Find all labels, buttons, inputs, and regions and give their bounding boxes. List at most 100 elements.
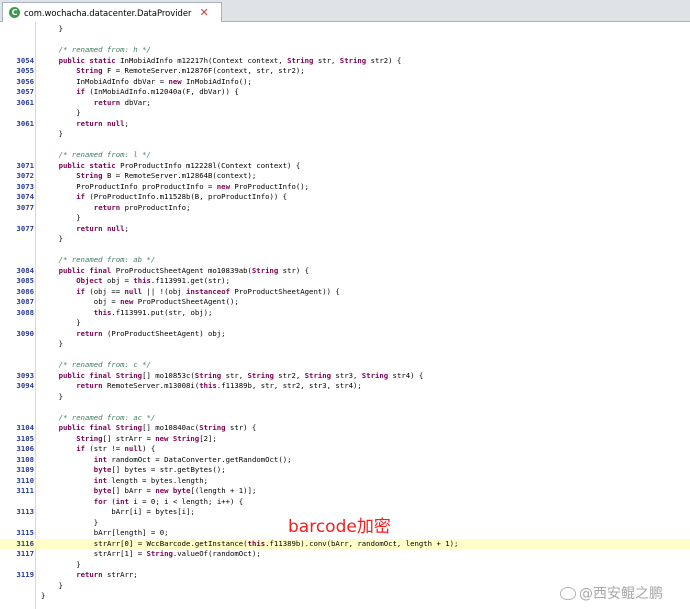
code-comment: /* renamed from: l */ — [58, 150, 151, 159]
code-line[interactable]: 3073 ProProductInfo proProductInfo = new … — [0, 182, 690, 193]
code-line[interactable]: 3056 InMobiAdInfo dbVar = new InMobiAdInf… — [0, 77, 690, 88]
code-line[interactable]: 3109 byte[] bytes = str.getBytes(); — [0, 465, 690, 476]
code-line[interactable]: 3116 strArr[0] = WccBarcode.getInstance(t… — [0, 538, 690, 549]
code-keyword: if — [76, 87, 90, 96]
code-line[interactable]: } — [0, 213, 690, 224]
code-token: [] mo10840ac( — [142, 423, 200, 432]
code-line[interactable]: 3072 String B = RemoteServer.m12864B(cont… — [0, 171, 690, 182]
code-keyword: this — [93, 307, 112, 317]
code-keyword: public static — [58, 55, 121, 65]
code-line[interactable]: } — [0, 392, 690, 403]
code-line[interactable]: } — [0, 24, 690, 35]
code-line[interactable]: 3074 if (ProProductInfo.m11528b(B, proPro… — [0, 192, 690, 203]
code-line[interactable] — [0, 350, 690, 361]
code-line[interactable]: 3119 return strArr; — [0, 570, 690, 581]
code-line[interactable]: /* renamed from: c */ — [0, 360, 690, 371]
line-number: 3106 — [16, 444, 34, 453]
code-keyword: String — [199, 423, 230, 432]
code-text: /* renamed from: ab */ — [59, 255, 156, 266]
code-line[interactable]: 3105 String[] strArr = new String[2]; — [0, 434, 690, 445]
code-text: if (ProProductInfo.m11528b(B, proProduct… — [76, 192, 287, 203]
code-line[interactable]: 3084 public final ProProductSheetAgent mo… — [0, 266, 690, 277]
code-text: if (InMobiAdInfo.m12040a(F, dbVar)) { — [76, 87, 239, 98]
code-line[interactable]: /* renamed from: h */ — [0, 45, 690, 56]
code-line[interactable]: 3061 return null; — [0, 119, 690, 130]
tab-data-provider[interactable]: C com.wochacha.datacenter.DataProvider ✕ — [2, 2, 222, 22]
code-line[interactable]: 3061 return dbVar; — [0, 98, 690, 109]
code-token: str2) { — [370, 55, 402, 65]
code-line[interactable]: } — [0, 560, 690, 571]
code-line[interactable]: 3117 strArr[1] = String.valueOf(randomOct… — [0, 549, 690, 560]
code-line[interactable]: for (int i = 0; i < length; i++) { — [0, 497, 690, 508]
code-line[interactable]: 3094 return RemoteServer.m13008i(this.f11… — [0, 381, 690, 392]
code-line[interactable]: 3071 public static ProProductInfo m12228l… — [0, 161, 690, 172]
code-line[interactable]: 3093 public final String[] mo10853c(Strin… — [0, 371, 690, 382]
line-number: 3109 — [16, 465, 34, 474]
code-line[interactable]: 3057 if (InMobiAdInfo.m12040a(F, dbVar)) … — [0, 87, 690, 98]
line-number: 3104 — [16, 423, 34, 432]
code-keyword: this — [133, 276, 151, 285]
code-text: return null; — [76, 119, 129, 130]
code-line[interactable]: 3088 this.f113991.put(str, obj); — [0, 308, 690, 319]
code-text: if (obj == null || !(obj instanceof ProP… — [76, 287, 340, 298]
code-line[interactable]: 3077 return proProductInfo; — [0, 203, 690, 214]
class-icon: C — [9, 7, 20, 18]
code-token: str3, — [335, 370, 362, 380]
code-line[interactable]: 3090 return (ProProductSheetAgent) obj; — [0, 329, 690, 340]
code-line[interactable]: 3055 String F = RemoteServer.m12876F(cont… — [0, 66, 690, 77]
code-line[interactable]: 3104 public final String[] mo10840ac(Stri… — [0, 423, 690, 434]
code-keyword: for — [93, 496, 112, 506]
code-line[interactable]: } — [0, 129, 690, 140]
code-line[interactable]: 3106 if (str != null) { — [0, 444, 690, 455]
code-keyword: int — [115, 496, 134, 506]
code-token: bArr[length] = 0; — [93, 528, 169, 537]
code-text: } — [59, 392, 63, 403]
code-line[interactable]: } — [0, 339, 690, 350]
code-line[interactable]: } — [0, 108, 690, 119]
code-text: bArr[length] = 0; — [94, 528, 169, 539]
code-token: str) { — [282, 265, 310, 275]
close-icon[interactable]: ✕ — [199, 7, 208, 18]
code-text: public final ProProductSheetAgent mo1083… — [59, 266, 309, 277]
code-line[interactable]: 3111 byte[] bArr = new byte[(length + 1)]… — [0, 486, 690, 497]
code-text: public final String[] mo10840ac(String s… — [59, 423, 257, 434]
code-token: ProProductInfo proProductInfo = — [76, 181, 217, 191]
code-text: for (int i = 0; i < length; i++) { — [94, 497, 243, 508]
code-keyword: String — [76, 433, 103, 443]
code-line[interactable] — [0, 140, 690, 151]
code-keyword: new — [120, 297, 138, 306]
code-keyword: instanceof — [186, 286, 235, 296]
code-text: return null; — [76, 224, 129, 235]
code-keyword: public final String — [58, 370, 143, 380]
code-keyword: return — [76, 328, 107, 338]
code-comment: /* renamed from: ac */ — [58, 412, 156, 422]
code-line[interactable]: } — [0, 234, 690, 245]
code-line[interactable]: 3108 int randomOct = DataConverter.getRan… — [0, 455, 690, 466]
line-number: 3088 — [16, 307, 34, 317]
code-token: } — [41, 591, 46, 600]
code-line[interactable] — [0, 245, 690, 256]
code-keyword: return null — [76, 118, 125, 128]
code-text: /* renamed from: c */ — [59, 360, 151, 371]
code-line[interactable]: 3110 int length = bytes.length; — [0, 476, 690, 487]
code-line[interactable] — [0, 35, 690, 46]
code-line[interactable]: 3086 if (obj == null || !(obj instanceof … — [0, 287, 690, 298]
code-line[interactable]: 3054 public static InMobiAdInfo m12217h(C… — [0, 56, 690, 67]
code-text: return proProductInfo; — [94, 203, 191, 214]
code-line[interactable]: } — [0, 318, 690, 329]
code-keyword: null — [124, 444, 143, 453]
code-token: ProProductSheetAgent(); — [137, 297, 239, 306]
code-text: public static InMobiAdInfo m12217h(Conte… — [59, 56, 402, 67]
code-token: .f11389b).conv(bArr, randomOct, length +… — [265, 538, 459, 548]
code-line[interactable]: /* renamed from: l */ — [0, 150, 690, 161]
code-line[interactable]: /* renamed from: ac */ — [0, 413, 690, 424]
code-token: [] mo10853c( — [142, 370, 195, 380]
annotation-label: barcode加密 — [288, 517, 391, 537]
code-token: ) { — [142, 444, 156, 453]
code-line[interactable] — [0, 402, 690, 413]
code-line[interactable]: 3077 return null; — [0, 224, 690, 235]
code-line[interactable]: 3087 obj = new ProProductSheetAgent(); — [0, 297, 690, 308]
line-number: 3071 — [16, 160, 34, 170]
code-line[interactable]: /* renamed from: ab */ — [0, 255, 690, 266]
code-line[interactable]: 3085 Object obj = this.f113991.get(str); — [0, 276, 690, 287]
